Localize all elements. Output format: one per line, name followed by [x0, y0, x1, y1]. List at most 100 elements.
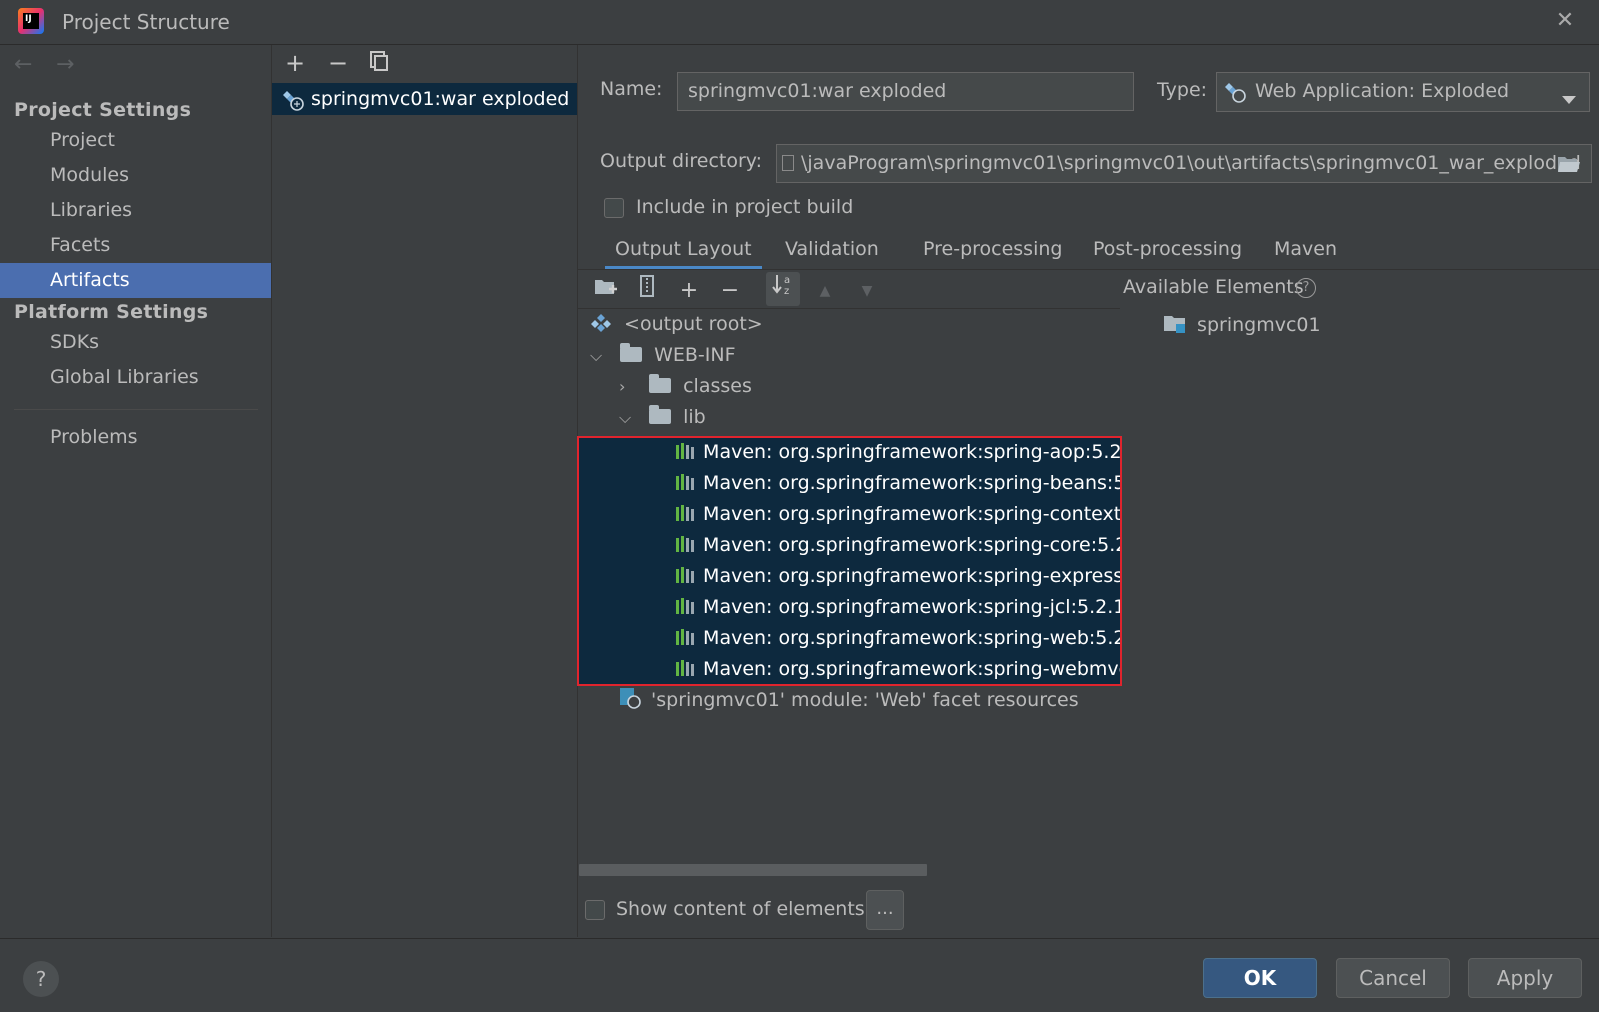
folder-icon — [620, 343, 643, 362]
tree-row-classes[interactable]: › classes — [619, 371, 752, 402]
tab-pre-processing[interactable]: Pre-processing — [913, 232, 1072, 270]
svg-text:z: z — [784, 286, 789, 296]
maven-library-icon — [675, 532, 697, 552]
selected-libraries-block: Maven: org.springframework:spring-aop:5.… — [578, 437, 1121, 685]
tab-maven[interactable]: Maven — [1264, 232, 1347, 270]
tab-post-processing[interactable]: Post-processing — [1083, 232, 1252, 270]
ellipsis-button[interactable]: ... — [866, 890, 904, 930]
output-root-label: <output root> — [624, 313, 763, 335]
add-artifact-button[interactable]: + — [282, 50, 308, 76]
include-in-build-checkbox[interactable] — [604, 198, 624, 218]
chevron-down-icon — [1562, 88, 1576, 110]
show-content-checkbox[interactable] — [585, 900, 605, 920]
back-arrow-icon[interactable]: ← — [14, 52, 32, 77]
add-element-button[interactable]: + — [672, 274, 706, 308]
tree-row-web-inf[interactable]: ⌵ WEB-INF — [590, 340, 736, 371]
tree-row-facet-resources[interactable]: 'springmvc01' module: 'Web' facet resour… — [619, 685, 1079, 716]
ok-button[interactable]: OK — [1203, 958, 1317, 998]
intellij-logo-icon: IJ — [18, 8, 44, 34]
forward-arrow-icon[interactable]: → — [56, 52, 74, 77]
library-label: Maven: org.springframework:spring-contex… — [703, 503, 1121, 525]
available-item-springmvc01[interactable]: springmvc01 — [1163, 310, 1321, 341]
sidebar-item-problems[interactable]: Problems — [0, 420, 271, 455]
library-row[interactable]: Maven: org.springframework:spring-expres… — [578, 561, 1121, 592]
sidebar-item-project[interactable]: Project — [0, 123, 271, 158]
move-down-button[interactable]: ▼ — [850, 274, 884, 308]
output-directory-label: Output directory: — [600, 150, 763, 172]
web-artifact-icon — [282, 89, 304, 121]
library-row[interactable]: Maven: org.springframework:spring-aop:5.… — [578, 437, 1121, 468]
tab-validation[interactable]: Validation — [775, 232, 889, 270]
folder-browse-icon[interactable] — [1557, 154, 1581, 179]
sort-elements-icon[interactable]: az — [766, 272, 800, 306]
library-row[interactable]: Maven: org.springframework:spring-web:5.… — [578, 623, 1121, 654]
library-label: Maven: org.springframework:spring-beans:… — [703, 472, 1121, 494]
chevron-down-icon[interactable]: ⌵ — [619, 402, 635, 433]
maven-library-icon — [675, 470, 697, 490]
name-label: Name: — [600, 78, 663, 100]
library-label: Maven: org.springframework:spring-core:5… — [703, 534, 1121, 556]
artifact-item-war-exploded[interactable]: springmvc01:war exploded — [272, 83, 577, 115]
help-circle-icon[interactable]: ? — [1296, 278, 1316, 298]
facet-resources-label: 'springmvc01' module: 'Web' facet resour… — [651, 689, 1079, 711]
create-archive-icon[interactable] — [630, 274, 664, 308]
chevron-down-icon[interactable]: ⌵ — [590, 340, 606, 371]
library-row[interactable]: Maven: org.springframework:spring-webmvc… — [578, 654, 1121, 685]
output-directory-value: \javaProgram\springmvc01\springmvc01\out… — [801, 152, 1581, 174]
apply-button[interactable]: Apply — [1468, 958, 1582, 998]
remove-element-button[interactable]: − — [713, 274, 747, 308]
artifact-item-label: springmvc01:war exploded — [311, 88, 570, 110]
library-row[interactable]: Maven: org.springframework:spring-contex… — [578, 499, 1121, 530]
output-root-icon — [590, 312, 612, 343]
maven-library-icon — [675, 656, 697, 676]
sidebar-item-sdks[interactable]: SDKs — [0, 325, 271, 360]
web-facet-icon — [619, 687, 641, 719]
library-row[interactable]: Maven: org.springframework:spring-beans:… — [578, 468, 1121, 499]
library-label: Maven: org.springframework:spring-aop:5.… — [703, 441, 1121, 463]
maven-library-icon — [675, 594, 697, 614]
maven-library-icon — [675, 625, 697, 645]
folder-icon — [649, 405, 672, 424]
cancel-button[interactable]: Cancel — [1336, 958, 1450, 998]
sidebar-item-global-libraries[interactable]: Global Libraries — [0, 360, 271, 395]
library-row[interactable]: Maven: org.springframework:spring-jcl:5.… — [578, 592, 1121, 623]
available-item-label: springmvc01 — [1197, 314, 1321, 336]
maven-library-icon — [675, 501, 697, 521]
classes-label: classes — [683, 375, 752, 397]
maven-library-icon — [675, 563, 697, 583]
module-folder-icon — [1163, 312, 1187, 344]
output-directory-input[interactable]: \javaProgram\springmvc01\springmvc01\out… — [776, 144, 1592, 183]
move-up-button[interactable]: ▲ — [808, 274, 842, 308]
sidebar-item-artifacts[interactable]: Artifacts — [0, 263, 271, 298]
sidebar-item-libraries[interactable]: Libraries — [0, 193, 271, 228]
sidebar-item-facets[interactable]: Facets — [0, 228, 271, 263]
library-label: Maven: org.springframework:spring-jcl:5.… — [703, 596, 1121, 618]
include-in-build-label: Include in project build — [636, 196, 854, 218]
type-label: Type: — [1157, 79, 1208, 101]
web-inf-label: WEB-INF — [654, 344, 736, 366]
lib-label: lib — [683, 406, 706, 428]
copy-icon[interactable] — [366, 50, 392, 76]
sidebar-item-modules[interactable]: Modules — [0, 158, 271, 193]
horizontal-scrollbar[interactable] — [579, 864, 927, 876]
tabs-divider — [578, 269, 1599, 270]
tree-row-lib[interactable]: ⌵ lib — [619, 402, 706, 433]
close-icon[interactable]: ✕ — [1552, 8, 1578, 34]
type-dropdown-value: Web Application: Exploded — [1255, 80, 1510, 102]
tree-row-output-root[interactable]: <output root> — [590, 309, 763, 340]
web-application-icon — [1224, 81, 1246, 108]
show-content-label: Show content of elements — [616, 898, 865, 920]
library-label: Maven: org.springframework:spring-expres… — [703, 565, 1121, 587]
type-dropdown[interactable]: Web Application: Exploded — [1216, 72, 1590, 112]
new-directory-button[interactable] — [589, 274, 623, 308]
tab-output-layout[interactable]: Output Layout — [605, 232, 762, 270]
library-label: Maven: org.springframework:spring-web:5.… — [703, 627, 1121, 649]
title-bar — [0, 0, 1599, 45]
remove-artifact-button[interactable]: − — [325, 50, 351, 76]
artifact-list-panel — [272, 45, 578, 937]
help-button[interactable]: ? — [23, 961, 59, 997]
library-row[interactable]: Maven: org.springframework:spring-core:5… — [578, 530, 1121, 561]
library-label: Maven: org.springframework:spring-webmvc… — [703, 658, 1121, 680]
name-input[interactable]: springmvc01:war exploded — [677, 72, 1134, 111]
chevron-right-icon[interactable]: › — [619, 371, 635, 402]
